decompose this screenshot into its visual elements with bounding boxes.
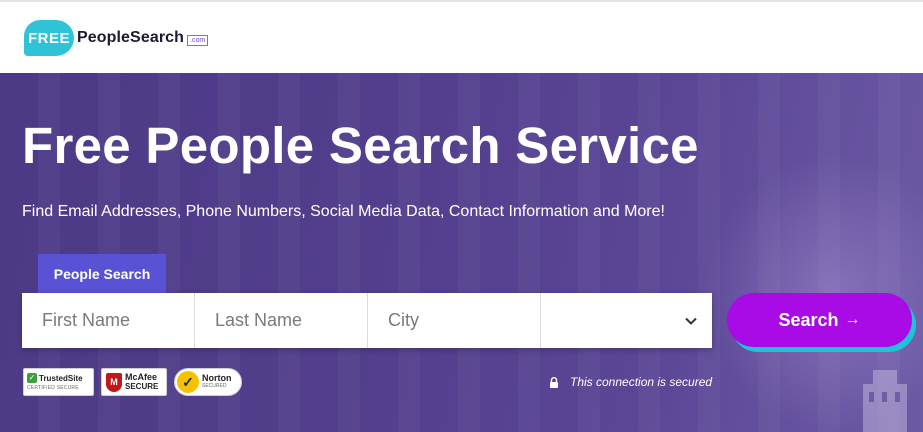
logo-suffix: .com bbox=[187, 34, 209, 46]
search-button[interactable]: Search → bbox=[727, 293, 912, 347]
secure-connection-text: This connection is secured bbox=[570, 375, 713, 389]
page-subtitle: Find Email Addresses, Phone Numbers, Soc… bbox=[22, 203, 665, 220]
logo-bubble-text: FREE bbox=[27, 29, 70, 47]
trustedsite-label: TrustedSite bbox=[39, 373, 83, 383]
state-select[interactable] bbox=[541, 293, 712, 348]
check-icon: ✓ bbox=[27, 373, 37, 383]
trustedsite-badge[interactable]: ✓ TrustedSite CERTIFIED SECURE bbox=[23, 368, 94, 396]
building-image bbox=[863, 370, 907, 432]
secure-connection-note: This connection is secured bbox=[549, 375, 712, 389]
logo-text: PeopleSearch bbox=[77, 29, 185, 46]
mcafee-sublabel: SECURE bbox=[125, 382, 159, 391]
norton-check-icon: ✓ bbox=[177, 371, 199, 393]
logo-bubble: FREE bbox=[24, 20, 74, 56]
norton-sublabel: SECURED bbox=[202, 383, 227, 389]
mcafee-label: McAfee bbox=[125, 372, 158, 382]
mcafee-badge[interactable]: M McAfee SECURE bbox=[101, 368, 167, 396]
last-name-input[interactable]: Last Name bbox=[195, 293, 368, 348]
trust-badges: ✓ TrustedSite CERTIFIED SECURE M McAfee … bbox=[23, 368, 249, 396]
trustedsite-sublabel: CERTIFIED SECURE bbox=[27, 385, 79, 391]
norton-label: Norton bbox=[202, 373, 232, 383]
chevron-down-icon bbox=[685, 317, 697, 325]
search-button-label: Search bbox=[778, 309, 839, 330]
norton-badge[interactable]: ✓ Norton SECURED bbox=[174, 368, 242, 396]
site-header: FREE PeopleSearch .com bbox=[0, 0, 923, 73]
search-form: First Name Last Name City bbox=[22, 293, 712, 348]
lock-icon bbox=[550, 376, 558, 388]
hero-section: Free People Search Service Find Email Ad… bbox=[0, 73, 923, 432]
city-input[interactable]: City bbox=[368, 293, 541, 348]
mcafee-shield-icon: M bbox=[106, 372, 122, 392]
first-name-input[interactable]: First Name bbox=[22, 293, 195, 348]
arrow-right-icon: → bbox=[844, 311, 861, 328]
site-logo[interactable]: FREE PeopleSearch .com bbox=[24, 20, 209, 56]
tab-people-search[interactable]: People Search bbox=[38, 254, 166, 293]
page-title: Free People Search Service bbox=[22, 117, 699, 174]
